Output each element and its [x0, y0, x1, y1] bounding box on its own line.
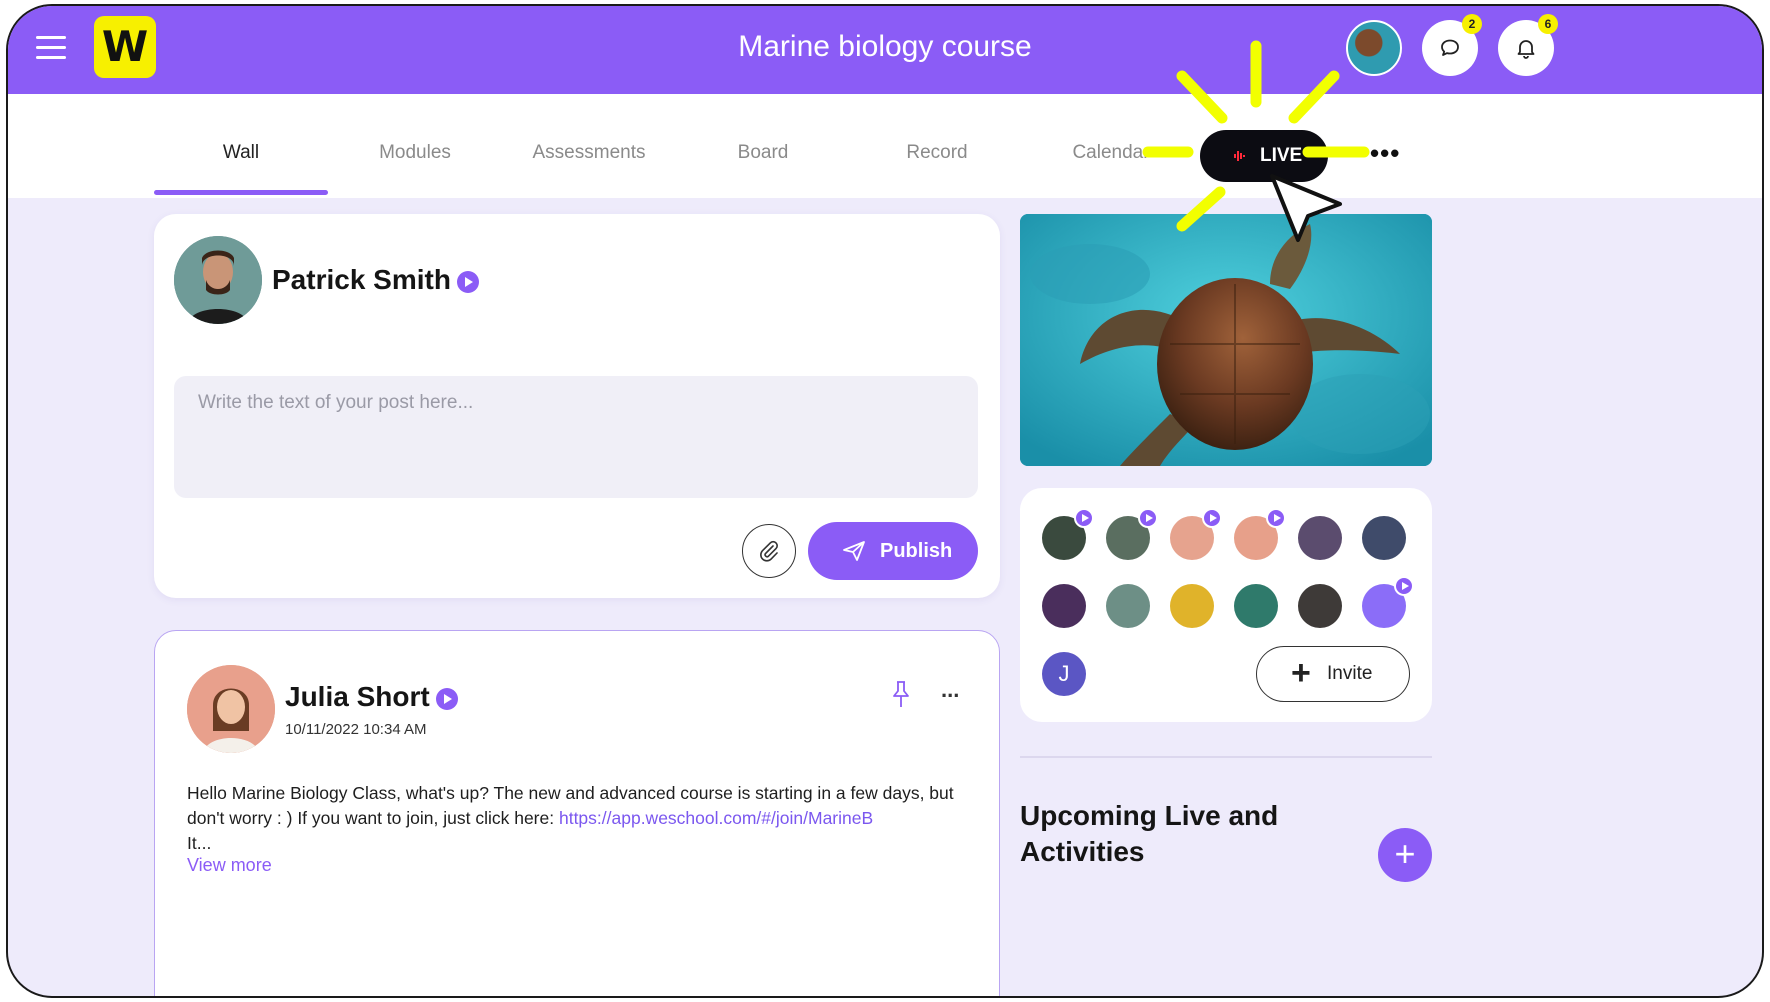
app-window: W Marine biology course 2 6 Wall Modules…: [6, 4, 1764, 998]
pin-icon[interactable]: [891, 679, 911, 709]
post-date: 10/11/2022 10:34 AM: [285, 721, 427, 738]
live-play-icon: [1138, 508, 1158, 528]
course-cover-image: [1020, 214, 1432, 466]
live-wave-icon: [1234, 151, 1245, 161]
active-tab-indicator: [154, 190, 328, 195]
tab-wall[interactable]: Wall: [154, 142, 328, 164]
post-more-options[interactable]: ...: [941, 677, 959, 703]
person-avatar-icon: [187, 665, 275, 753]
live-play-icon: [1266, 508, 1286, 528]
composer-avatar: [174, 236, 262, 324]
bell-icon: [1517, 40, 1535, 59]
live-label: LIVE: [1260, 145, 1303, 166]
composer-name-text: Patrick Smith: [272, 264, 451, 295]
participant-avatar[interactable]: [1042, 508, 1094, 560]
more-tabs-button[interactable]: •••: [1370, 138, 1400, 169]
participant-avatar[interactable]: [1362, 576, 1414, 628]
section-divider: [1020, 756, 1432, 758]
participant-avatar[interactable]: [1042, 584, 1086, 628]
post-author-name: Julia Short: [285, 681, 458, 713]
invite-button[interactable]: + Invite: [1256, 646, 1410, 702]
participant-initial-avatar[interactable]: J: [1042, 652, 1086, 696]
notifications-button[interactable]: 6: [1498, 14, 1558, 76]
chat-badge: 2: [1462, 14, 1482, 34]
invite-label: Invite: [1327, 663, 1373, 684]
tab-assessments[interactable]: Assessments: [502, 142, 676, 164]
live-button[interactable]: LIVE: [1200, 130, 1328, 182]
composer-user-name: Patrick Smith: [272, 264, 479, 296]
tab-record[interactable]: Record: [850, 142, 1024, 164]
verified-badge-icon: [435, 687, 458, 710]
participant-avatar[interactable]: [1298, 584, 1342, 628]
notifications-badge: 6: [1538, 14, 1558, 34]
live-play-icon: [1074, 508, 1094, 528]
participant-avatar[interactable]: [1106, 584, 1150, 628]
send-plane-icon: [843, 541, 865, 561]
post-composer: Patrick Smith Publish: [154, 214, 1000, 598]
participant-avatar[interactable]: [1298, 516, 1342, 560]
verified-badge-icon: [456, 270, 479, 293]
tab-modules[interactable]: Modules: [328, 142, 502, 164]
participant-avatar[interactable]: [1106, 508, 1158, 560]
post-body: Hello Marine Biology Class, what's up? T…: [187, 781, 967, 856]
chat-button[interactable]: 2: [1422, 14, 1482, 76]
participant-avatar[interactable]: [1170, 508, 1222, 560]
view-more-link[interactable]: View more: [187, 855, 272, 876]
sea-turtle-image: [1020, 214, 1432, 466]
post-text-input[interactable]: [174, 376, 978, 498]
participant-avatar[interactable]: [1362, 516, 1406, 560]
join-link[interactable]: https://app.weschool.com/#/join/MarineB: [559, 808, 873, 828]
paperclip-icon: [760, 540, 778, 562]
upcoming-section-title: Upcoming Live and Activities: [1020, 800, 1279, 867]
tab-calendar[interactable]: Calendar: [1024, 142, 1198, 164]
live-play-icon: [1394, 576, 1414, 596]
user-avatar[interactable]: [1346, 20, 1402, 76]
tab-board[interactable]: Board: [676, 142, 850, 164]
chat-bubble-icon: [1441, 39, 1459, 56]
attach-button[interactable]: [742, 524, 796, 578]
participant-avatar[interactable]: [1234, 508, 1286, 560]
publish-button[interactable]: Publish: [808, 522, 978, 580]
live-play-icon: [1202, 508, 1222, 528]
wall-post: Julia Short 10/11/2022 10:34 AM ... Hell…: [154, 630, 1000, 996]
post-text-continued: It...: [187, 833, 212, 853]
post-author-text: Julia Short: [285, 681, 430, 712]
plus-icon: +: [1291, 654, 1311, 692]
participant-avatar[interactable]: [1170, 584, 1214, 628]
course-tabs: Wall Modules Assessments Board Record Ca…: [8, 94, 1762, 198]
post-author-avatar: [187, 665, 275, 753]
participant-avatar[interactable]: [1234, 584, 1278, 628]
participants-panel: J + Invite: [1020, 488, 1432, 722]
add-activity-button[interactable]: +: [1378, 828, 1432, 882]
publish-label: Publish: [880, 540, 953, 562]
person-avatar-icon: [174, 236, 262, 324]
top-bar: W Marine biology course 2 6: [8, 6, 1762, 94]
